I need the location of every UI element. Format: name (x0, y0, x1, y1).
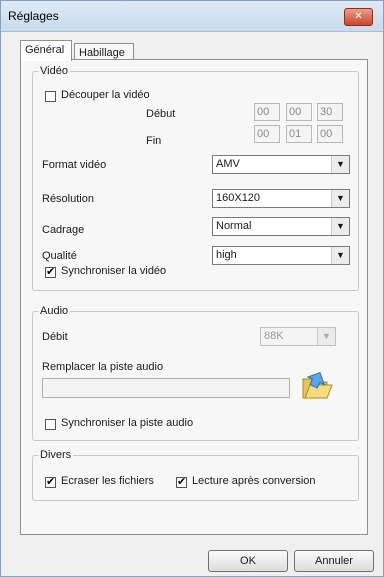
quality-select[interactable]: high ▼ (212, 246, 350, 265)
video-group-legend: Vidéo (40, 65, 68, 77)
format-select[interactable]: AMV ▼ (212, 155, 350, 174)
play-after-check-mark: ✔ (177, 476, 187, 488)
sync-video-label: Synchroniser la vidéo (61, 265, 167, 277)
open-folder-button[interactable] (299, 368, 335, 404)
bitrate-value: 88K (264, 330, 284, 342)
end-label: Fin (146, 135, 162, 147)
framing-select[interactable]: Normal ▼ (212, 217, 350, 236)
framing-label: Cadrage (42, 224, 85, 236)
chevron-down-icon: ▼ (331, 190, 349, 207)
ok-button[interactable]: OK (208, 550, 288, 572)
replace-audio-input[interactable] (42, 378, 290, 398)
audio-group-legend: Audio (40, 305, 69, 317)
close-button[interactable]: ✕ (344, 8, 373, 26)
tab-general[interactable]: Général (20, 40, 72, 61)
chevron-down-icon: ▼ (317, 328, 335, 345)
chevron-down-icon: ▼ (331, 247, 349, 264)
settings-dialog: Réglages ✕ Général Habillage Vidéo Décou… (0, 0, 384, 577)
tab-general-label: Général (25, 44, 65, 56)
cut-video-checkbox[interactable] (45, 91, 56, 102)
resolution-value: 160X120 (216, 192, 261, 204)
end-hours-field[interactable]: 00 (254, 125, 280, 143)
chevron-down-icon: ▼ (331, 156, 349, 173)
cut-video-label: Découper la vidéo (61, 89, 150, 101)
start-label: Début (146, 108, 176, 120)
quality-label: Qualité (42, 250, 77, 262)
sync-audio-label: Synchroniser la piste audio (61, 417, 194, 429)
tab-panel-general: Vidéo Découper la vidéo Début 00 00 30 F… (20, 59, 368, 535)
end-minutes-field[interactable]: 01 (286, 125, 312, 143)
sync-audio-checkbox[interactable] (45, 419, 56, 430)
start-hours-field[interactable]: 00 (254, 103, 280, 121)
tab-appearance-label: Habillage (79, 47, 125, 59)
quality-value: high (216, 249, 237, 261)
overwrite-label: Ecraser les fichiers (61, 475, 154, 487)
start-seconds-field[interactable]: 30 (317, 103, 343, 121)
bitrate-label: Débit (42, 331, 68, 343)
play-after-checkbox[interactable]: ✔ (176, 477, 187, 488)
overwrite-checkbox[interactable]: ✔ (45, 477, 56, 488)
end-seconds-field[interactable]: 00 (317, 125, 343, 143)
resolution-label: Résolution (42, 193, 94, 205)
format-value: AMV (216, 158, 240, 170)
bitrate-select[interactable]: 88K ▼ (260, 327, 336, 346)
open-folder-icon (302, 372, 333, 399)
play-after-label: Lecture après conversion (192, 475, 316, 487)
framing-value: Normal (216, 220, 252, 232)
title-bar: Réglages ✕ (1, 1, 383, 32)
replace-audio-label: Remplacer la piste audio (42, 361, 164, 373)
sync-video-check-mark: ✔ (46, 266, 56, 278)
cancel-button[interactable]: Annuler (294, 550, 374, 572)
misc-group-legend: Divers (40, 449, 72, 461)
sync-video-checkbox[interactable]: ✔ (45, 267, 56, 278)
close-icon: ✕ (354, 11, 363, 22)
format-label: Format vidéo (42, 159, 107, 171)
start-minutes-field[interactable]: 00 (286, 103, 312, 121)
overwrite-check-mark: ✔ (46, 476, 56, 488)
chevron-down-icon: ▼ (331, 218, 349, 235)
window-title: Réglages (8, 9, 59, 23)
resolution-select[interactable]: 160X120 ▼ (212, 189, 350, 208)
